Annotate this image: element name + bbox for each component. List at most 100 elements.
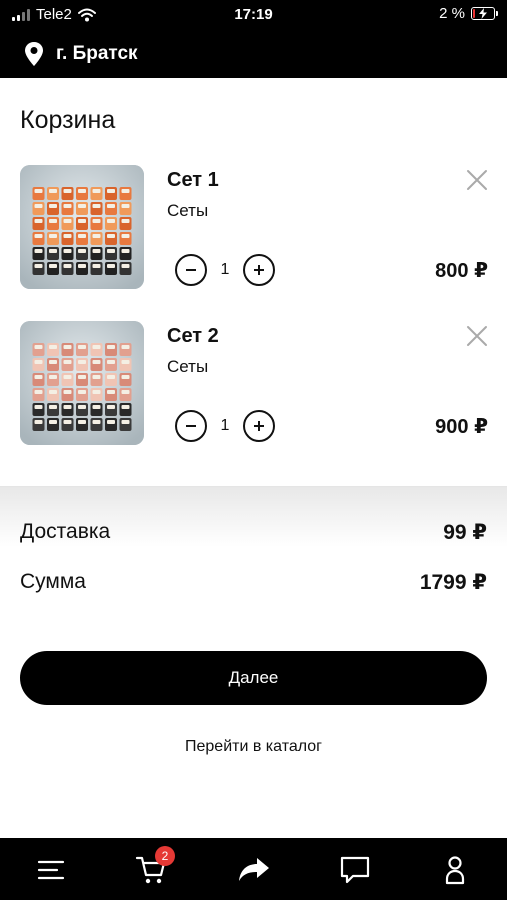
cart-badge: 2 [155,846,175,866]
sushi-roll [90,343,103,356]
sushi-rice [121,264,130,268]
cart-item: Сет 2 Сеты 1 900 ₽ [20,321,490,445]
tab-share[interactable] [236,852,272,888]
sushi-roll [90,358,103,371]
item-price: 800 ₽ [435,260,488,282]
sushi-roll [32,262,45,275]
sushi-roll [61,373,74,386]
sushi-rice [34,345,43,349]
sushi-roll [90,232,103,245]
product-image[interactable] [20,321,144,445]
profile-icon [445,856,465,885]
quantity-value: 1 [220,261,230,278]
increase-quantity-button[interactable] [243,254,275,286]
menu-icon [37,860,65,880]
tab-profile[interactable] [437,852,473,888]
bottom-tab-bar: 2 [0,838,507,900]
sushi-roll [105,388,117,401]
sushi-rice [107,204,115,208]
sushi-roll [61,262,74,275]
sushi-roll [32,358,45,371]
sushi-roll [61,343,74,356]
sushi-rice [121,360,130,364]
sushi-rice [121,249,130,253]
sushi-roll [47,373,59,386]
sushi-rice [107,249,115,253]
sushi-rice [92,189,101,193]
sushi-roll [47,187,59,200]
sushi-roll [76,247,88,260]
remove-item-button[interactable] [464,167,490,193]
sushi-roll [105,187,117,200]
sushi-rice [107,405,115,409]
cart-item: Сет 1 Сеты 1 800 ₽ [20,165,490,289]
sushi-roll [76,262,88,275]
sushi-rice [49,420,57,424]
sushi-roll [119,373,132,386]
decrease-quantity-button[interactable] [175,410,207,442]
sushi-roll [47,418,59,431]
sushi-rice [34,189,43,193]
delivery-row: Доставка 99 ₽ [20,520,487,545]
tab-menu[interactable] [33,852,69,888]
sushi-rice [121,390,130,394]
sushi-roll [119,418,132,431]
sushi-rice [78,219,86,223]
sushi-roll [32,232,45,245]
sushi-rice [49,360,57,364]
sushi-rice [49,219,57,223]
product-image[interactable] [20,165,144,289]
sushi-roll [105,358,117,371]
sushi-rice [92,375,101,379]
sushi-rice [49,234,57,238]
sushi-rice [34,249,43,253]
sushi-roll [90,202,103,215]
sushi-rice [49,189,57,193]
sushi-roll [32,403,45,416]
order-summary: Доставка 99 ₽ Сумма 1799 ₽ [0,486,507,606]
sushi-roll [47,343,59,356]
sushi-roll [119,343,132,356]
sushi-rice [63,234,72,238]
sushi-roll [90,388,103,401]
sushi-roll [47,232,59,245]
sushi-rice [49,249,57,253]
sushi-roll [105,262,117,275]
sushi-rice [63,204,72,208]
sushi-roll [90,217,103,230]
sushi-rice [78,405,86,409]
remove-item-button[interactable] [464,323,490,349]
go-to-catalog-link[interactable]: Перейти в каталог [0,738,507,756]
sushi-roll [61,247,74,260]
sushi-rice [92,249,101,253]
sushi-roll [105,247,117,260]
sushi-rice [107,219,115,223]
sushi-roll [61,358,74,371]
increase-quantity-button[interactable] [243,410,275,442]
sushi-rice [92,234,101,238]
sushi-rice [63,189,72,193]
sushi-roll [119,358,132,371]
decrease-quantity-button[interactable] [175,254,207,286]
delivery-value: 99 ₽ [443,521,487,544]
sushi-rice [78,345,86,349]
sushi-rice [63,420,72,424]
sushi-rice [107,390,115,394]
sushi-rice [49,264,57,268]
sushi-rice [78,234,86,238]
sushi-rice [63,264,72,268]
sushi-roll [90,418,103,431]
location-header[interactable]: г. Братск [0,30,507,78]
sushi-rice [63,219,72,223]
tab-cart[interactable]: 2 [133,846,175,888]
tab-chat[interactable] [337,852,373,888]
sushi-rice [121,420,130,424]
sushi-roll [119,187,132,200]
sushi-rice [34,375,43,379]
sushi-rice [78,249,86,253]
sushi-rice [34,204,43,208]
sushi-rice [121,234,130,238]
minus-icon [186,269,196,271]
next-button[interactable]: Далее [20,651,487,705]
sushi-rice [34,405,43,409]
